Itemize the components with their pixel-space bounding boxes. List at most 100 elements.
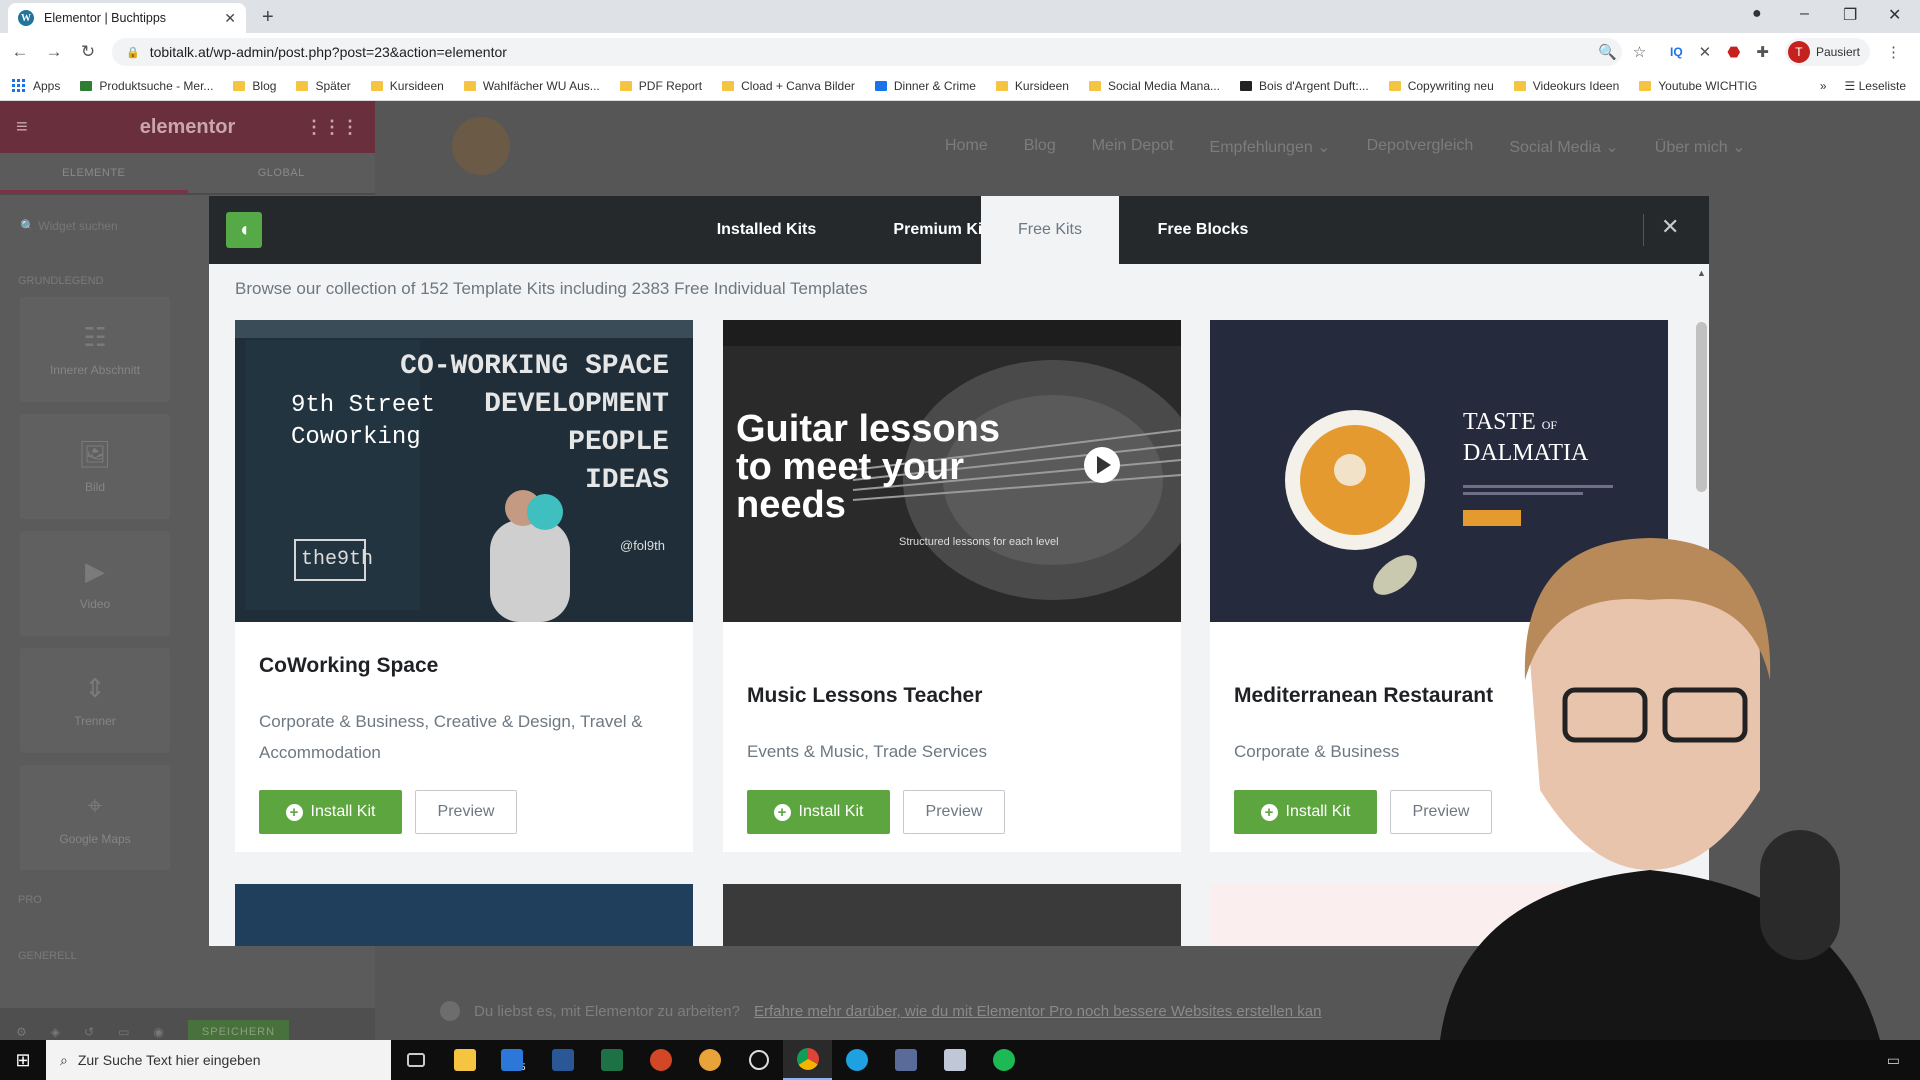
nav-item[interactable]: Social Media ⌄ xyxy=(1509,137,1618,157)
minimize-button[interactable]: – xyxy=(1800,5,1809,23)
reload-icon[interactable]: ↻ xyxy=(74,42,102,62)
spotify-icon[interactable] xyxy=(979,1040,1028,1080)
forward-icon[interactable]: → xyxy=(40,42,68,62)
kit-card[interactable]: Guitar lessons to meet your needs Struct… xyxy=(723,320,1181,852)
app-icon[interactable] xyxy=(881,1040,930,1080)
scroll-thumb[interactable] xyxy=(1696,322,1707,492)
menu-icon[interactable]: ⋮ xyxy=(1886,43,1901,61)
preview-button[interactable]: Preview xyxy=(415,790,517,834)
install-label: Install Kit xyxy=(1285,803,1351,820)
zoom-icon[interactable]: 🔍 xyxy=(1598,43,1617,61)
bookmark-item[interactable]: PDF Report xyxy=(619,79,702,93)
install-kit-button[interactable]: + Install Kit xyxy=(1234,790,1377,834)
kit-card[interactable]: 9th Street Coworking CO-WORKING SPACE DE… xyxy=(235,320,693,852)
thumb-text: Guitar lessons xyxy=(736,408,1000,450)
nav-item[interactable]: Blog xyxy=(1024,137,1056,157)
bookmark-apps[interactable]: Apps xyxy=(12,78,60,93)
address-bar[interactable]: 🔒 tobitalk.at/wp-admin/post.php?post=23&… xyxy=(112,38,1622,66)
panel-tabs: ELEMENTE GLOBAL xyxy=(0,153,375,195)
restore-button[interactable]: ❐ xyxy=(1843,5,1857,25)
nav-item[interactable]: Home xyxy=(945,137,988,157)
bookmark-icon xyxy=(874,80,887,91)
notification-icon[interactable]: ▭ xyxy=(1887,1052,1900,1069)
tab-elements[interactable]: ELEMENTE xyxy=(0,153,188,193)
nav-item[interactable]: Empfehlungen ⌄ xyxy=(1210,137,1331,157)
browser-tab[interactable]: W Elementor | Buchtipps ✕ xyxy=(8,3,246,33)
bookmark-item[interactable]: Youtube WICHTIG xyxy=(1639,79,1757,93)
install-kit-button[interactable]: + Install Kit xyxy=(259,790,402,834)
bookmarks-more-button[interactable]: » xyxy=(1820,79,1827,93)
mail-icon[interactable]: 35 xyxy=(489,1040,538,1080)
bookmark-item[interactable]: Blog xyxy=(233,79,276,93)
widget-image[interactable]: 🖼 Bild xyxy=(20,414,170,519)
bookmark-label: Blog xyxy=(252,78,277,93)
bookmark-label: Cload + Canva Bilder xyxy=(741,78,855,93)
widget-google-maps[interactable]: ⌖ Google Maps xyxy=(20,765,170,870)
bookmark-item[interactable]: Kursideen xyxy=(995,79,1069,93)
word-icon[interactable] xyxy=(538,1040,587,1080)
nav-item[interactable]: Mein Depot xyxy=(1092,137,1174,157)
bookmark-item[interactable]: Social Media Mana... xyxy=(1088,79,1220,93)
history-icon[interactable]: ↺ xyxy=(84,1025,94,1039)
new-tab-button[interactable]: + xyxy=(262,6,274,29)
install-kit-button[interactable]: + Install Kit xyxy=(747,790,890,834)
bookmark-item[interactable]: Copywriting neu xyxy=(1388,79,1494,93)
bookmark-item[interactable]: Kursideen xyxy=(370,79,444,93)
close-window-button[interactable]: ✕ xyxy=(1888,5,1901,25)
chrome-icon[interactable] xyxy=(783,1040,832,1080)
install-label: Install Kit xyxy=(798,803,864,820)
taskbar-search-input[interactable]: ⌕ Zur Suche Text hier eingeben xyxy=(46,1040,391,1080)
install-label: Install Kit xyxy=(310,803,376,820)
excel-icon[interactable] xyxy=(587,1040,636,1080)
kit-thumbnail[interactable]: 9th Street Coworking CO-WORKING SPACE DE… xyxy=(235,320,693,622)
powerpoint-icon[interactable] xyxy=(636,1040,685,1080)
tab-global[interactable]: GLOBAL xyxy=(188,153,376,193)
kit-thumbnail[interactable]: Guitar lessons to meet your needs Struct… xyxy=(723,320,1181,622)
bookmark-item[interactable]: Dinner & Crime xyxy=(874,79,976,93)
profile-circle-icon[interactable]: ● xyxy=(1752,5,1762,23)
bookmark-item[interactable]: Wahlfächer WU Aus... xyxy=(463,79,600,93)
task-view-icon[interactable] xyxy=(391,1040,440,1080)
widget-inner-section[interactable]: ☷ Innerer Abschnitt xyxy=(20,297,170,402)
bookmark-item[interactable]: Später xyxy=(296,79,351,93)
back-icon[interactable]: ← xyxy=(6,42,34,62)
kit-card[interactable] xyxy=(723,884,1181,946)
bookmark-item[interactable]: Produktsuche - Mer... xyxy=(80,79,213,93)
app-icon[interactable] xyxy=(734,1040,783,1080)
app-icon[interactable] xyxy=(930,1040,979,1080)
adblock-icon[interactable]: ⬣ xyxy=(1727,43,1740,61)
windows-start-icon[interactable]: ⊞ xyxy=(0,1050,46,1071)
app-icon[interactable] xyxy=(685,1040,734,1080)
tab-free-blocks[interactable]: Free Blocks xyxy=(1119,196,1287,264)
bookmark-item[interactable]: Videokurs Ideen xyxy=(1513,79,1619,93)
settings-icon[interactable]: ⚙ xyxy=(16,1025,27,1039)
preview-eye-icon[interactable]: ◉ xyxy=(153,1025,163,1039)
promo-link[interactable]: Erfahre mehr darüber, wie du mit Element… xyxy=(754,1003,1322,1020)
file-explorer-icon[interactable] xyxy=(440,1040,489,1080)
layers-icon[interactable]: ◈ xyxy=(51,1025,60,1039)
grid-icon[interactable]: ⋮⋮⋮ xyxy=(305,117,359,138)
tab-installed-kits[interactable]: Installed Kits xyxy=(669,196,864,264)
windows-taskbar: ⊞ ⌕ Zur Suche Text hier eingeben 35 ▭ xyxy=(0,1040,1920,1080)
puzzle-icon[interactable]: ✚ xyxy=(1756,43,1769,61)
edge-icon[interactable] xyxy=(832,1040,881,1080)
tab-free-kits[interactable]: Free Kits xyxy=(981,196,1119,264)
close-tab-icon[interactable]: ✕ xyxy=(224,10,236,27)
close-modal-icon[interactable]: ✕ xyxy=(1661,214,1679,240)
hamburger-icon[interactable]: ≡ xyxy=(16,116,28,139)
responsive-icon[interactable]: ▭ xyxy=(118,1025,129,1039)
extension-iq-icon[interactable]: IQ xyxy=(1670,45,1683,59)
nav-item[interactable]: Depotvergleich xyxy=(1367,137,1474,157)
extension-icon[interactable]: ✕ xyxy=(1699,43,1712,61)
bookmark-item[interactable]: Bois d'Argent Duft:... xyxy=(1240,79,1369,93)
profile-button[interactable]: T Pausiert xyxy=(1784,38,1870,66)
widget-divider[interactable]: ⇕ Trenner xyxy=(20,648,170,753)
kit-card[interactable] xyxy=(235,884,693,946)
widget-video[interactable]: ▶ Video xyxy=(20,531,170,636)
preview-button[interactable]: Preview xyxy=(903,790,1005,834)
reading-list-button[interactable]: ☰ Leseliste xyxy=(1845,79,1906,93)
bookmark-item[interactable]: Cload + Canva Bilder xyxy=(722,79,855,93)
bookmark-star-icon[interactable]: ☆ xyxy=(1633,43,1646,61)
scroll-up-icon[interactable]: ▲ xyxy=(1697,268,1706,278)
nav-item[interactable]: Über mich ⌄ xyxy=(1655,137,1746,157)
